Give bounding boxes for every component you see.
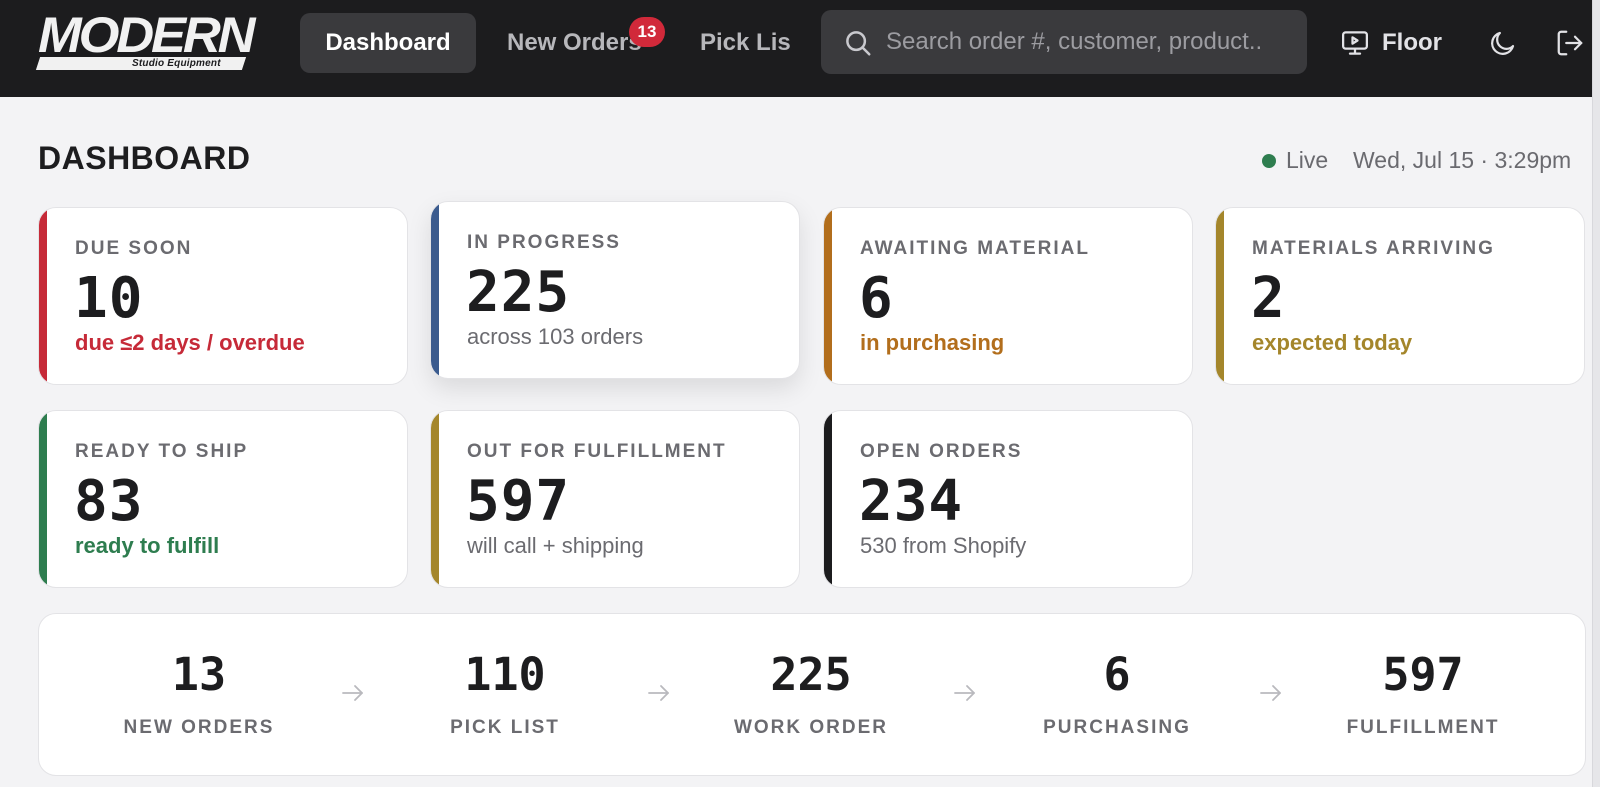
arrow-right-icon xyxy=(342,685,363,701)
search-input[interactable] xyxy=(886,22,1291,62)
dark-mode-toggle[interactable] xyxy=(1484,24,1522,62)
pipeline-stage-pick-list[interactable]: 110 PICK LIST xyxy=(385,652,625,739)
pipeline-stage-label: FULFILLMENT xyxy=(1346,717,1500,738)
stat-card-subtext: across 103 orders xyxy=(467,324,644,349)
pipeline-stage-new-orders[interactable]: 13 NEW ORDERS xyxy=(79,652,319,739)
pipeline-stage-count: 6 xyxy=(1103,648,1131,701)
stat-card-value: 234 xyxy=(859,469,964,534)
stat-card-value: 597 xyxy=(466,469,571,534)
stat-card-label: MATERIALS ARRIVING xyxy=(1252,238,1495,259)
pipeline-stage-count: 110 xyxy=(464,648,546,701)
order-pipeline: 13 NEW ORDERS 110 PICK LIST 225 WORK ORD… xyxy=(38,613,1586,776)
floor-button[interactable]: Floor xyxy=(1340,20,1442,66)
stat-card-value: 6 xyxy=(859,266,894,331)
stat-card-materials-arriving[interactable]: MATERIALS ARRIVING 2 expected today xyxy=(1215,207,1585,385)
pipeline-stage-count: 597 xyxy=(1382,648,1464,701)
stat-card-in-progress[interactable]: IN PROGRESS 225 across 103 orders xyxy=(430,201,800,379)
search-icon xyxy=(846,31,871,56)
stat-card-out-for-fulfillment[interactable]: OUT FOR FULFILLMENT 597 will call + ship… xyxy=(430,410,800,588)
pipeline-stage-purchasing[interactable]: 6 PURCHASING xyxy=(997,652,1237,739)
pipeline-stage-label: NEW ORDERS xyxy=(123,717,275,738)
stat-card-subtext: due ≤2 days / overdue xyxy=(75,330,305,355)
stat-card-value: 10 xyxy=(74,266,144,331)
nav-tab-pick-list[interactable]: Pick Lis xyxy=(677,13,795,73)
live-indicator: Live xyxy=(1262,147,1328,174)
stat-card-awaiting-material[interactable]: AWAITING MATERIAL 6 in purchasing xyxy=(823,207,1193,385)
pipeline-stage-count: 225 xyxy=(770,648,852,701)
stat-card-subtext: will call + shipping xyxy=(467,533,644,558)
stat-card-due-soon[interactable]: DUE SOON 10 due ≤2 days / overdue xyxy=(38,207,408,385)
stat-card-label: READY TO SHIP xyxy=(75,441,249,462)
live-label: Live xyxy=(1286,147,1329,173)
stat-card-label: IN PROGRESS xyxy=(467,232,621,253)
pipeline-stage-count: 13 xyxy=(171,648,227,701)
arrow-right-icon xyxy=(648,685,669,701)
search-box[interactable] xyxy=(821,10,1307,74)
pipeline-stage-fulfillment[interactable]: 597 FULFILLMENT xyxy=(1303,652,1543,739)
logout-button[interactable] xyxy=(1551,24,1589,62)
brand-logo[interactable]: MODERN Studio Equipment xyxy=(35,10,256,74)
page-title: DASHBOARD xyxy=(38,140,251,176)
new-orders-count-badge: 13 xyxy=(629,17,665,47)
live-status-dot xyxy=(1262,153,1276,168)
stat-card-label: AWAITING MATERIAL xyxy=(860,238,1090,259)
stat-card-subtext: expected today xyxy=(1252,330,1413,355)
stat-card-ready-to-ship[interactable]: READY TO SHIP 83 ready to fulfill xyxy=(38,410,408,588)
window-scrollbar[interactable] xyxy=(1592,0,1600,787)
logout-icon xyxy=(1557,30,1583,56)
top-navigation-bar: MODERN Studio Equipment Dashboard New Or… xyxy=(0,0,1592,97)
stat-card-subtext: ready to fulfill xyxy=(75,533,220,558)
pipeline-stage-label: PICK LIST xyxy=(450,717,560,738)
pipeline-stage-label: WORK ORDER xyxy=(733,717,889,738)
pipeline-stage-label: PURCHASING xyxy=(1043,717,1191,738)
nav-tab-dashboard[interactable]: Dashboard xyxy=(300,13,476,73)
current-timestamp: Wed, Jul 15 · 3:29pm xyxy=(1353,147,1572,173)
stat-card-subtext: in purchasing xyxy=(860,330,1005,355)
stat-card-value: 225 xyxy=(466,260,571,325)
arrow-right-icon xyxy=(1260,685,1281,701)
stat-card-label: OUT FOR FULFILLMENT xyxy=(467,441,727,462)
floor-button-label: Floor xyxy=(1382,29,1442,56)
stat-card-label: OPEN ORDERS xyxy=(860,441,1023,462)
arrow-right-icon xyxy=(954,685,975,701)
stat-card-open-orders[interactable]: OPEN ORDERS 234 530 from Shopify xyxy=(823,410,1193,588)
moon-icon xyxy=(1491,31,1515,55)
pipeline-stage-work-order[interactable]: 225 WORK ORDER xyxy=(691,652,931,739)
stat-card-subtext: 530 from Shopify xyxy=(860,533,1027,558)
monitor-play-icon xyxy=(1342,31,1368,55)
stat-card-value: 2 xyxy=(1251,266,1286,331)
stat-card-label: DUE SOON xyxy=(75,238,193,259)
brand-tagline: Studio Equipment xyxy=(132,58,221,69)
brand-name: MODERN xyxy=(38,7,256,63)
stat-card-value: 83 xyxy=(74,469,144,534)
